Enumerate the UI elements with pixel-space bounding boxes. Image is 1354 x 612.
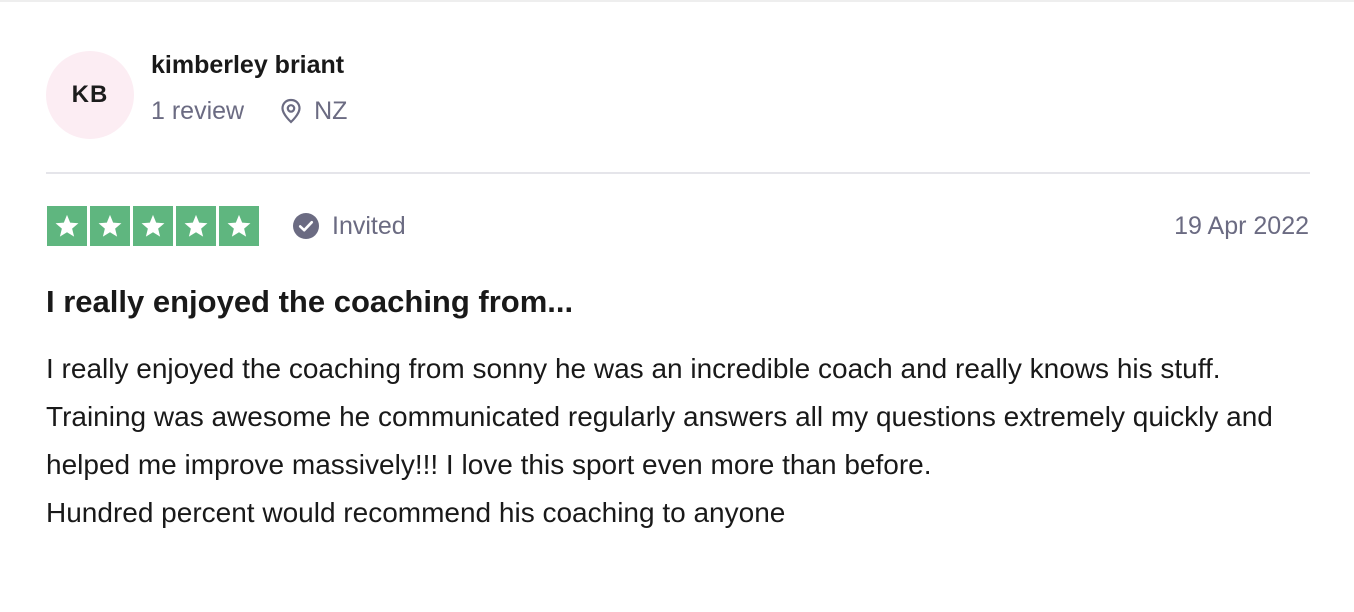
rating-row: Invited 19 Apr 2022 <box>47 206 1309 246</box>
star-rating <box>47 206 259 246</box>
review-body-paragraph: Hundred percent would recommend his coac… <box>46 497 786 528</box>
star-icon <box>47 206 87 246</box>
invited-label: Invited <box>332 211 406 240</box>
consumer-location: NZ <box>280 96 347 126</box>
star-icon <box>176 206 216 246</box>
avatar-initials: KB <box>71 81 109 108</box>
review-body-paragraph: I really enjoyed the coaching from sonny… <box>46 353 1273 480</box>
consumer-info: kimberley briant 1 review NZ <box>151 51 347 126</box>
review-body: I really enjoyed the coaching from sonny… <box>46 345 1316 537</box>
avatar[interactable]: KB <box>46 51 134 139</box>
consumer-meta: 1 review NZ <box>151 96 347 126</box>
review-date: 19 Apr 2022 <box>1174 211 1309 240</box>
checkmark-circle-icon <box>293 213 319 239</box>
invited-badge[interactable]: Invited <box>292 212 406 241</box>
location-label: NZ <box>314 97 348 125</box>
star-icon <box>133 206 173 246</box>
consumer-header: KB kimberley briant 1 review NZ <box>46 51 347 139</box>
star-icon <box>219 206 259 246</box>
review-title[interactable]: I really enjoyed the coaching from... <box>46 282 573 322</box>
review-card: KB kimberley briant 1 review NZ Invited … <box>0 0 1354 612</box>
star-icon <box>90 206 130 246</box>
consumer-name[interactable]: kimberley briant <box>151 50 347 80</box>
review-count: 1 review <box>151 97 245 125</box>
map-pin-icon <box>281 98 301 124</box>
divider <box>46 172 1310 174</box>
